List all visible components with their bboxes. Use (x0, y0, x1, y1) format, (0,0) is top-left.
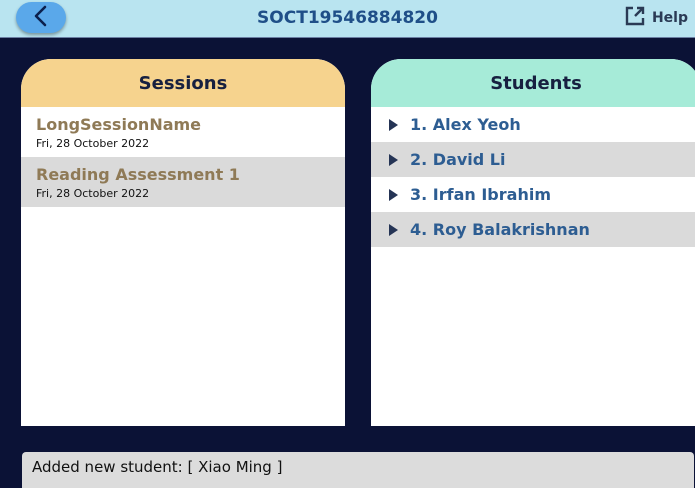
help-button[interactable]: Help (624, 6, 688, 30)
expand-triangle-icon[interactable] (389, 223, 398, 236)
session-date: Fri, 28 October 2022 (36, 187, 150, 200)
student-item[interactable]: 3. Irfan Ibrahim (371, 177, 695, 212)
student-name: 4. Roy Balakrishnan (410, 220, 590, 239)
session-name: LongSessionName (36, 115, 202, 134)
session-name: Reading Assessment 1 (36, 165, 240, 184)
status-message: Added new student: [ Xiao Ming ] (22, 452, 694, 488)
expand-triangle-icon[interactable] (389, 118, 398, 131)
expand-triangle-icon[interactable] (389, 153, 398, 166)
page-title: SOCT19546884820 (257, 8, 438, 28)
session-date: Fri, 28 October 2022 (36, 137, 150, 150)
student-item[interactable]: 1. Alex Yeoh (371, 107, 695, 142)
student-item[interactable]: 4. Roy Balakrishnan (371, 212, 695, 247)
student-name: 1. Alex Yeoh (410, 115, 521, 134)
students-panel: Students 1. Alex Yeoh 2. David Li 3. Irf… (371, 59, 695, 426)
chevron-left-icon (33, 5, 49, 31)
student-item[interactable]: 2. David Li (371, 142, 695, 177)
session-item[interactable]: Reading Assessment 1 Fri, 28 October 202… (21, 157, 345, 207)
sessions-panel: Sessions LongSessionName Fri, 28 October… (21, 59, 345, 426)
session-item[interactable]: LongSessionName Fri, 28 October 2022 (21, 107, 345, 157)
student-name: 3. Irfan Ibrahim (410, 185, 551, 204)
student-name: 2. David Li (410, 150, 506, 169)
expand-triangle-icon[interactable] (389, 188, 398, 201)
help-label: Help (651, 10, 688, 26)
sessions-heading: Sessions (21, 59, 345, 107)
external-link-icon (624, 5, 646, 31)
back-button[interactable] (16, 2, 66, 33)
students-heading: Students (371, 59, 695, 107)
top-bar: SOCT19546884820 Help (0, 0, 695, 38)
